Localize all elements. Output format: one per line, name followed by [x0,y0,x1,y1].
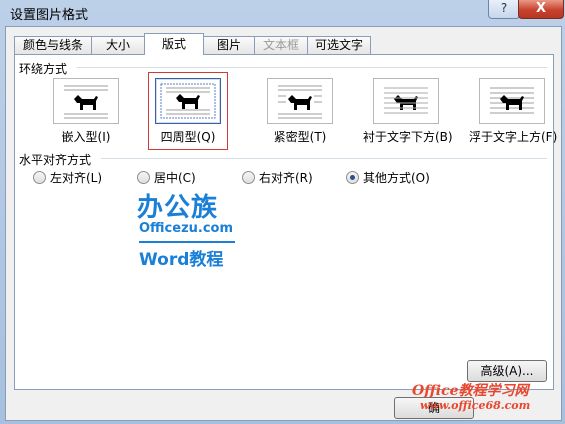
close-button[interactable]: X [518,0,564,19]
wrap-front-label: 浮于文字上方(F) [469,130,558,144]
wrap-inline-icon [53,78,119,124]
wrap-behind-option[interactable]: 衬于文字下方(B) [363,78,453,144]
watermark-url: www.office68.com [420,399,531,412]
tab-size[interactable]: 大小 [91,36,145,54]
title-bar[interactable]: 设置图片格式 ? X [0,0,565,24]
tab-layout[interactable]: 版式 [144,33,204,55]
align-other-label: 其他方式(O) [363,171,430,185]
wrap-front-icon [479,78,545,124]
logo-main-text: 办公族 [137,193,219,223]
dialog-window: 设置图片格式 ? X 颜色与线条 大小 版式 图片 文本框 可选文字 环绕方式 [0,0,565,424]
wrap-group-label: 环绕方式 [19,62,68,76]
align-right-label: 右对齐(R) [259,171,313,185]
wrap-tight-option[interactable]: 紧密型(T) [267,78,333,144]
help-button[interactable]: ? [488,0,520,19]
layout-panel: 环绕方式 嵌入型(I) 四周型(Q) 紧密型(T) 衬于文字下方(B) 浮于文字… [14,54,557,390]
wrap-tight-icon [267,78,333,124]
wrap-square-icon [155,78,221,124]
tab-alt-text[interactable]: 可选文字 [307,36,371,54]
dialog-title: 设置图片格式 [10,8,89,23]
align-left-label: 左对齐(L) [50,171,103,185]
wrap-square-label: 四周型(Q) [160,130,216,144]
advanced-button[interactable]: 高级(A)... [467,360,547,382]
halign-group-label: 水平对齐方式 [19,153,92,167]
radio-circle [242,171,255,184]
radio-circle [137,171,150,184]
tab-textbox: 文本框 [254,36,308,54]
logo-domain-text: Officezu.com [139,221,234,236]
wrap-front-option[interactable]: 浮于文字上方(F) [469,78,557,144]
tab-colors-lines[interactable]: 颜色与线条 [14,36,92,54]
radio-circle [33,171,46,184]
wrap-inline-option[interactable]: 嵌入型(I) [53,78,119,144]
wrap-square-option[interactable]: 四周型(Q) [155,78,221,144]
tab-picture[interactable]: 图片 [203,36,255,54]
logo-rule [139,241,235,243]
wrap-separator [77,67,547,68]
align-center-label: 居中(C) [154,171,196,185]
halign-separator [101,158,547,159]
radio-circle [346,171,359,184]
wrap-behind-label: 衬于文字下方(B) [363,130,453,144]
dialog-client: 颜色与线条 大小 版式 图片 文本框 可选文字 环绕方式 嵌入型(I) 四周型(… [5,26,562,421]
wrap-tight-label: 紧密型(T) [273,130,327,144]
wrap-behind-icon [373,78,439,124]
logo-sub-text: Word教程 [139,250,224,270]
watermark-title: Office教程学习网 [412,383,529,399]
wrap-inline-label: 嵌入型(I) [61,130,111,144]
